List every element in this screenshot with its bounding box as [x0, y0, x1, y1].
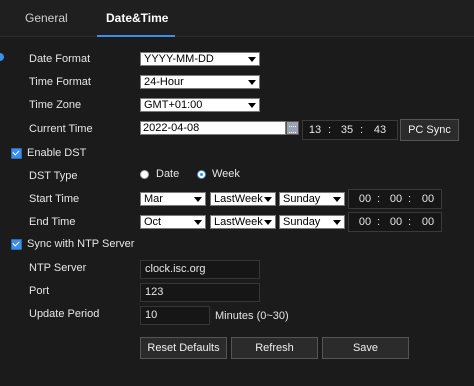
end-second[interactable]: 00: [420, 216, 436, 228]
current-time-label: Current Time: [29, 123, 93, 135]
date-format-select[interactable]: YYYY-MM-DD: [140, 52, 260, 66]
chevron-down-icon: [248, 80, 256, 85]
chevron-down-icon: [248, 57, 256, 62]
chevron-down-icon: [333, 197, 341, 202]
time-format-select[interactable]: 24-Hour: [140, 75, 260, 89]
time-separator: :: [328, 124, 332, 136]
active-tab-indicator: [97, 35, 175, 37]
dst-type-label: DST Type: [29, 170, 78, 182]
time-separator: :: [408, 193, 412, 205]
chevron-down-icon: [264, 220, 272, 225]
time-separator: :: [408, 216, 412, 228]
time-zone-value: GMT+01:00: [144, 99, 203, 111]
enable-dst-label: Enable DST: [27, 147, 87, 159]
start-minute[interactable]: 00: [388, 193, 404, 205]
current-second[interactable]: 43: [372, 124, 388, 136]
update-period-input[interactable]: 10: [140, 306, 210, 325]
end-day-select[interactable]: Sunday: [279, 215, 345, 229]
current-minute[interactable]: 35: [339, 124, 355, 136]
save-button[interactable]: Save: [322, 337, 409, 359]
tab-bar: General Date&Time: [0, 0, 474, 37]
end-time-input[interactable]: 00 : 00 : 00: [348, 212, 442, 232]
start-second[interactable]: 00: [420, 193, 436, 205]
time-separator: :: [377, 216, 381, 228]
chevron-down-icon: [194, 220, 202, 225]
start-day-select[interactable]: Sunday: [279, 192, 345, 206]
update-period-unit: Minutes (0~30): [215, 310, 289, 322]
refresh-button[interactable]: Refresh: [231, 337, 318, 359]
end-week-value: LastWeek: [214, 216, 263, 228]
start-time-label: Start Time: [29, 193, 80, 205]
end-day-value: Sunday: [283, 216, 321, 228]
time-separator: :: [360, 124, 364, 136]
time-separator: :: [377, 193, 381, 205]
time-zone-label: Time Zone: [29, 99, 82, 111]
start-week-select[interactable]: LastWeek: [210, 192, 276, 206]
dst-type-week-label: Week: [212, 168, 240, 180]
dst-type-date-label: Date: [156, 168, 180, 180]
edge-indicator-dot: [0, 53, 4, 61]
end-time-label: End Time: [29, 216, 76, 228]
time-format-label: Time Format: [29, 76, 91, 88]
chevron-down-icon: [248, 103, 256, 108]
chevron-down-icon: [194, 197, 202, 202]
current-hour[interactable]: 13: [307, 124, 323, 136]
start-hour[interactable]: 00: [357, 193, 373, 205]
calendar-icon[interactable]: [286, 121, 299, 135]
date-format-label: Date Format: [29, 53, 91, 65]
dst-type-week-radio[interactable]: [197, 170, 206, 179]
date-format-value: YYYY-MM-DD: [144, 53, 214, 65]
start-month-value: Mar: [144, 193, 163, 205]
start-week-value: LastWeek: [214, 193, 263, 205]
current-time-input[interactable]: 13 : 35 : 43: [302, 120, 398, 140]
start-time-input[interactable]: 00 : 00 : 00: [348, 189, 442, 209]
time-zone-select[interactable]: GMT+01:00: [140, 98, 260, 112]
end-month-select[interactable]: Oct: [140, 215, 206, 229]
port-input[interactable]: 123: [140, 283, 260, 302]
chevron-down-icon: [264, 197, 272, 202]
start-month-select[interactable]: Mar: [140, 192, 206, 206]
time-format-value: 24-Hour: [144, 76, 184, 88]
end-minute[interactable]: 00: [388, 216, 404, 228]
sync-ntp-checkbox[interactable]: [11, 239, 22, 250]
tab-date-time[interactable]: Date&Time: [106, 11, 168, 25]
tab-general[interactable]: General: [25, 11, 68, 25]
end-week-select[interactable]: LastWeek: [210, 215, 276, 229]
port-label: Port: [29, 285, 50, 297]
pc-sync-button[interactable]: PC Sync: [400, 119, 459, 141]
update-period-label: Update Period: [29, 308, 100, 320]
end-month-value: Oct: [144, 216, 162, 228]
chevron-down-icon: [333, 220, 341, 225]
ntp-server-input[interactable]: clock.isc.org: [140, 260, 260, 279]
start-day-value: Sunday: [283, 193, 321, 205]
dst-type-date-radio[interactable]: [140, 170, 149, 179]
sync-ntp-label: Sync with NTP Server: [27, 238, 135, 250]
current-date-input[interactable]: 2022-04-08: [140, 121, 286, 135]
enable-dst-checkbox[interactable]: [11, 148, 22, 159]
end-hour[interactable]: 00: [357, 216, 373, 228]
reset-defaults-button[interactable]: Reset Defaults: [140, 337, 227, 359]
ntp-server-label: NTP Server: [29, 262, 87, 274]
